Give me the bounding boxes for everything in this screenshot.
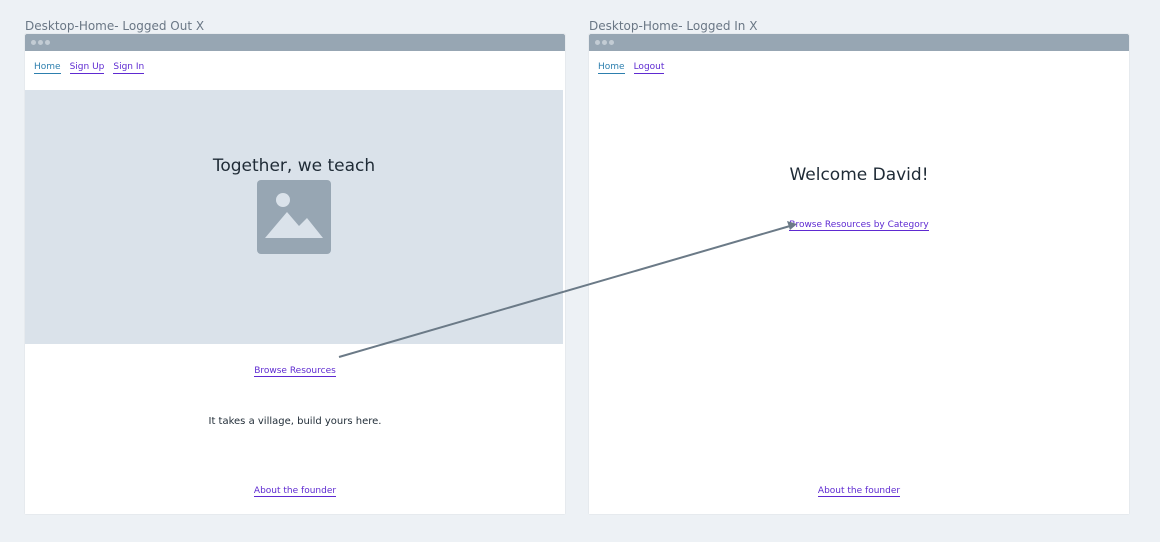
frame-title-logged-in: Desktop-Home- Logged In X [589, 19, 758, 33]
image-placeholder-icon [257, 180, 331, 254]
welcome-heading: Welcome David! [789, 165, 929, 185]
window-dot [45, 40, 50, 45]
nav-logout-link[interactable]: Logout [633, 62, 665, 74]
window-dot [595, 40, 600, 45]
nav-home-link[interactable]: Home [34, 62, 61, 74]
window-dot [38, 40, 43, 45]
frame-logged-in: Home Logout Welcome David! Browse Resour… [589, 34, 1129, 514]
about-founder-link[interactable]: About the founder [253, 486, 337, 497]
frame-title-logged-out: Desktop-Home- Logged Out X [25, 19, 205, 33]
window-dot [609, 40, 614, 45]
window-chrome [25, 34, 565, 51]
nav-bar: Home Logout [598, 62, 665, 74]
window-dot [31, 40, 36, 45]
nav-home-link[interactable]: Home [598, 62, 625, 74]
browse-resources-link[interactable]: Browse Resources [254, 366, 336, 377]
window-dot [602, 40, 607, 45]
hero-section: Together, we teach [25, 90, 563, 344]
frame-logged-out: Home Sign Up Sign In Together, we teach … [25, 34, 565, 514]
window-dots [31, 40, 50, 45]
hero-title: Together, we teach [212, 156, 376, 176]
window-chrome [589, 34, 1129, 51]
browse-by-category-link[interactable]: Browse Resources by Category [789, 220, 929, 231]
nav-signin-link[interactable]: Sign In [113, 62, 145, 74]
tagline: It takes a village, build yours here. [208, 416, 382, 427]
window-dots [595, 40, 614, 45]
nav-bar: Home Sign Up Sign In [34, 62, 145, 74]
nav-signup-link[interactable]: Sign Up [69, 62, 105, 74]
about-founder-link[interactable]: About the founder [817, 486, 901, 497]
